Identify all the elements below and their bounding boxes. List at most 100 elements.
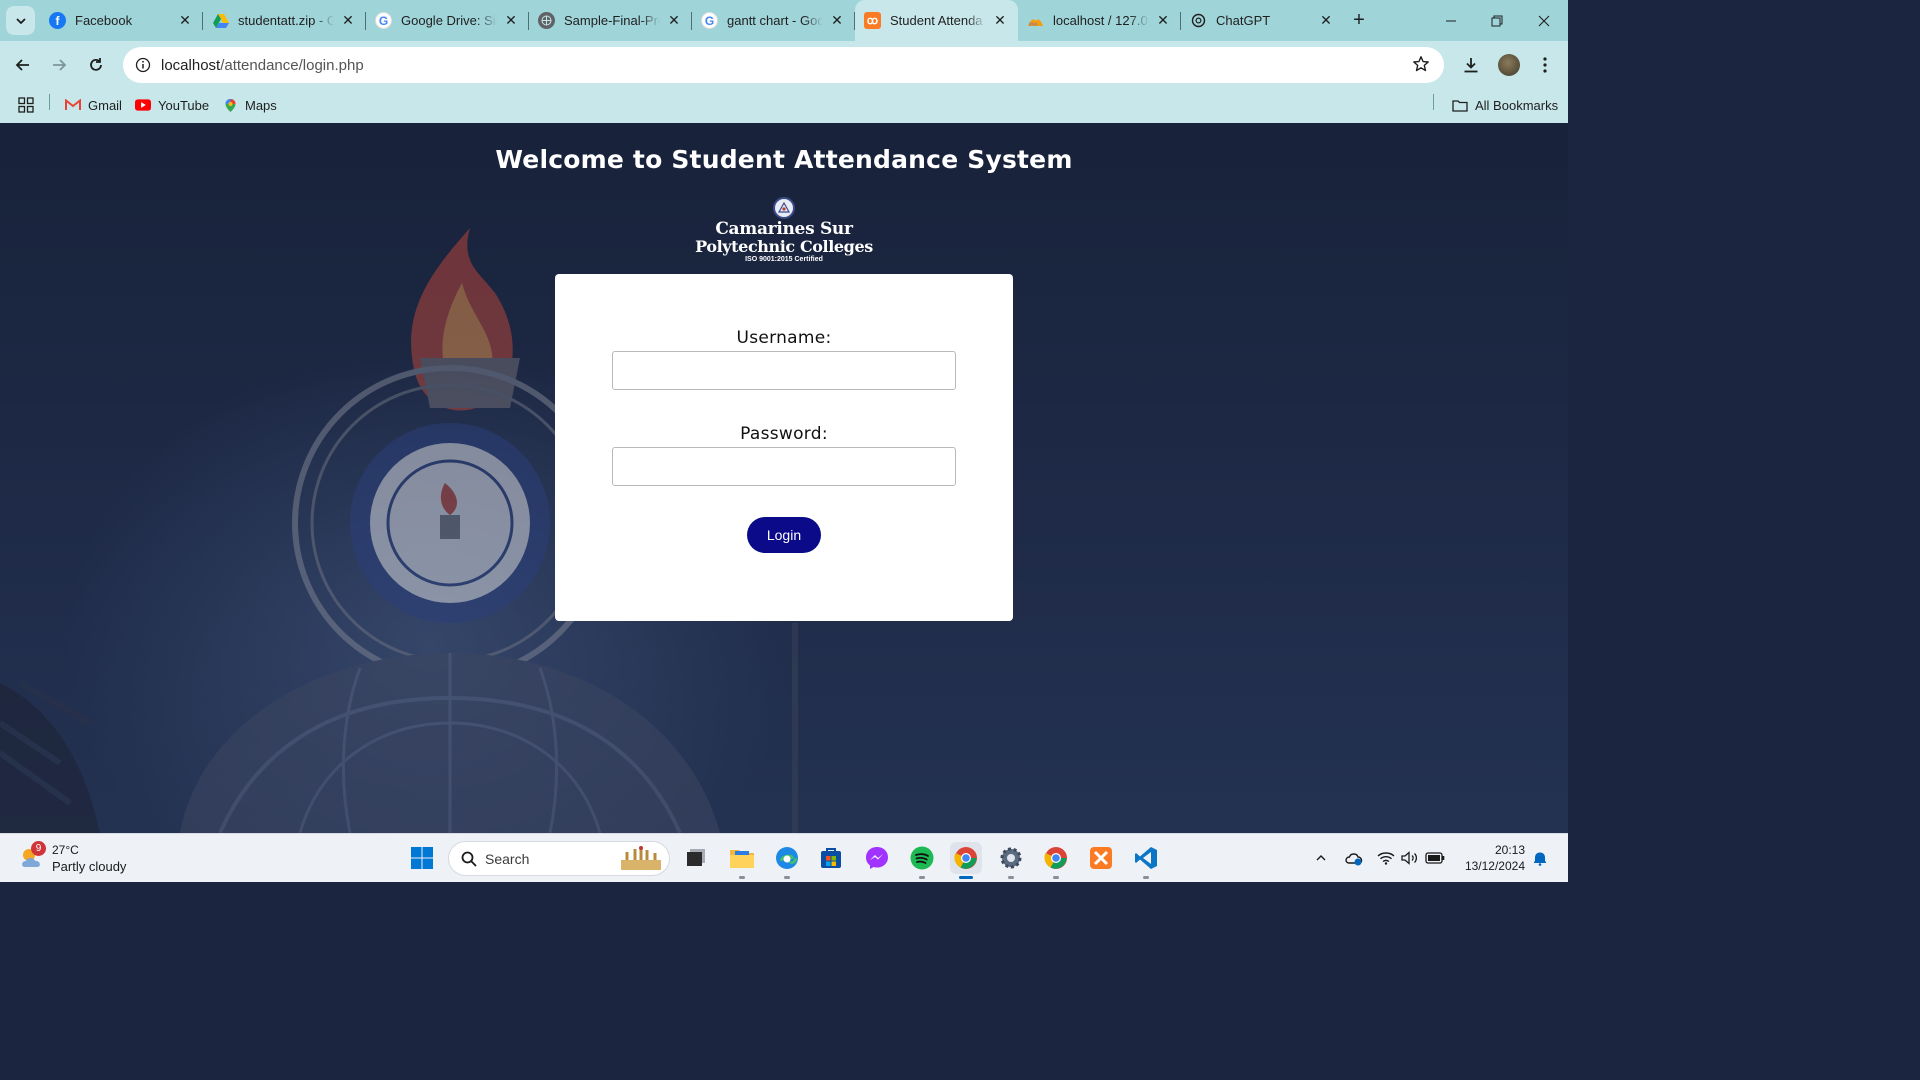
plus-icon: + xyxy=(1353,8,1365,31)
close-icon[interactable]: ✕ xyxy=(1318,12,1334,29)
apps-grid-icon xyxy=(18,97,34,113)
google-drive-icon xyxy=(212,12,229,29)
cloud-icon xyxy=(1345,853,1363,866)
xampp-button[interactable] xyxy=(1085,842,1117,874)
close-icon[interactable]: ✕ xyxy=(829,12,845,29)
gear-icon xyxy=(1000,847,1022,869)
forward-button[interactable] xyxy=(44,50,74,80)
temperature: 27°C xyxy=(52,843,79,857)
file-explorer-button[interactable] xyxy=(726,842,758,879)
tab-localhost-phpmyadmin[interactable]: PMA localhost / 127.0 ✕ xyxy=(1018,0,1181,41)
minimize-button[interactable] xyxy=(1427,0,1475,41)
notifications-button[interactable] xyxy=(1530,848,1550,868)
downloads-button[interactable] xyxy=(1457,51,1485,79)
bookmark-star-icon[interactable] xyxy=(1412,55,1430,78)
download-icon xyxy=(1464,58,1478,73)
spotify-button[interactable] xyxy=(906,842,938,879)
messenger-button[interactable] xyxy=(861,842,893,874)
google-icon: G xyxy=(375,12,392,29)
vscode-button[interactable] xyxy=(1130,842,1162,879)
clock-time: 20:13 xyxy=(1494,843,1525,857)
password-field[interactable] xyxy=(612,447,956,486)
tab-facebook[interactable]: f Facebook ✕ xyxy=(40,0,203,41)
chatgpt-icon xyxy=(1190,12,1207,29)
folder-icon xyxy=(730,850,754,868)
login-button[interactable]: Login xyxy=(747,517,821,553)
taskbar-search[interactable]: Search xyxy=(448,841,670,876)
globe-icon xyxy=(538,12,555,29)
bookmark-youtube[interactable]: YouTube xyxy=(135,96,209,114)
close-icon[interactable]: ✕ xyxy=(177,12,193,29)
url-host: localhost xyxy=(161,56,221,74)
settings-button[interactable] xyxy=(995,842,1027,879)
school-logo: Camarines Sur Polytechnic Colleges ISO 9… xyxy=(684,197,884,269)
new-tab-button[interactable]: + xyxy=(1347,8,1371,32)
task-view-button[interactable] xyxy=(680,842,712,874)
show-hidden-icons-button[interactable] xyxy=(1311,848,1331,868)
apps-button[interactable] xyxy=(18,96,34,114)
edge-button[interactable] xyxy=(771,842,803,879)
tab-title: Google Drive: Sig xyxy=(401,13,497,28)
page-content: Welcome to Student Attendance System Cam… xyxy=(0,123,1568,833)
chrome-profile-button[interactable] xyxy=(1040,842,1072,879)
battery-icon xyxy=(1425,852,1445,864)
close-icon[interactable]: ✕ xyxy=(340,12,356,29)
back-button[interactable] xyxy=(8,50,38,80)
bookmarks-divider xyxy=(49,94,50,110)
profile-button[interactable] xyxy=(1495,51,1523,79)
facebook-icon: f xyxy=(49,12,66,29)
url-text[interactable]: localhost/attendance/login.php xyxy=(161,57,364,74)
reload-button[interactable] xyxy=(81,50,111,80)
microsoft-store-button[interactable] xyxy=(815,842,847,874)
tab-sample-final[interactable]: Sample-Final-Pro ✕ xyxy=(529,0,692,41)
more-vertical-icon xyxy=(1543,57,1547,73)
tab-list: f Facebook ✕ studentatt.zip - G ✕ G Goog… xyxy=(40,0,1344,41)
login-form: Username: Password: Login xyxy=(555,274,1013,621)
wifi-tray-button[interactable] xyxy=(1376,848,1396,868)
volume-icon xyxy=(1401,851,1418,865)
url-path: /attendance/login.php xyxy=(220,56,364,74)
battery-tray-button[interactable] xyxy=(1425,848,1445,868)
edge-icon xyxy=(776,847,798,869)
username-field[interactable] xyxy=(612,351,956,390)
task-view-icon xyxy=(687,849,705,866)
tab-chatgpt[interactable]: ChatGPT ✕ xyxy=(1181,0,1344,41)
bookmark-maps[interactable]: Maps xyxy=(222,96,277,114)
tab-search-button[interactable] xyxy=(6,6,35,35)
password-label: Password: xyxy=(740,424,828,444)
close-icon[interactable]: ✕ xyxy=(503,12,519,29)
tab-google-drive[interactable]: G Google Drive: Sig ✕ xyxy=(366,0,529,41)
chrome-button[interactable] xyxy=(950,842,982,879)
tab-student-attendance[interactable]: ꝏ Student Attenda ✕ xyxy=(855,0,1018,41)
close-icon xyxy=(1538,15,1550,26)
reload-icon xyxy=(90,58,102,71)
close-icon[interactable]: ✕ xyxy=(1155,12,1171,29)
arrow-right-icon xyxy=(53,59,67,71)
bookmark-label: Maps xyxy=(245,97,277,113)
address-bar[interactable]: localhost/attendance/login.php xyxy=(123,47,1444,83)
start-button[interactable] xyxy=(406,842,438,874)
browser-menu-button[interactable] xyxy=(1531,51,1559,79)
bookmarks-bar: Gmail YouTube Maps All Bookmarks xyxy=(0,88,1568,123)
system-clock[interactable]: 20:13 13/12/2024 xyxy=(1453,842,1525,874)
close-icon[interactable]: ✕ xyxy=(992,12,1008,29)
close-window-button[interactable] xyxy=(1520,0,1568,41)
youtube-icon xyxy=(135,97,151,113)
tab-strip: f Facebook ✕ studentatt.zip - G ✕ G Goog… xyxy=(0,0,1568,41)
tab-gantt-chart[interactable]: G gantt chart - Goo ✕ xyxy=(692,0,855,41)
volume-tray-button[interactable] xyxy=(1400,848,1420,868)
phpmyadmin-icon: PMA xyxy=(1027,12,1044,29)
restore-button[interactable] xyxy=(1473,0,1521,41)
tab-studentatt-zip[interactable]: studentatt.zip - G ✕ xyxy=(203,0,366,41)
vscode-icon xyxy=(1135,847,1157,869)
search-placeholder: Search xyxy=(485,850,530,867)
logo-line-2: Polytechnic Colleges xyxy=(695,237,873,256)
onedrive-tray-button[interactable] xyxy=(1344,848,1364,868)
bookmark-gmail[interactable]: Gmail xyxy=(65,96,122,114)
weather-widget[interactable]: 9 27°C Partly cloudy xyxy=(16,841,156,877)
tab-title: localhost / 127.0 xyxy=(1053,13,1148,28)
all-bookmarks-button[interactable]: All Bookmarks xyxy=(1452,96,1558,114)
close-icon[interactable]: ✕ xyxy=(666,12,682,29)
username-label: Username: xyxy=(736,328,832,348)
site-info-icon[interactable] xyxy=(125,47,161,83)
